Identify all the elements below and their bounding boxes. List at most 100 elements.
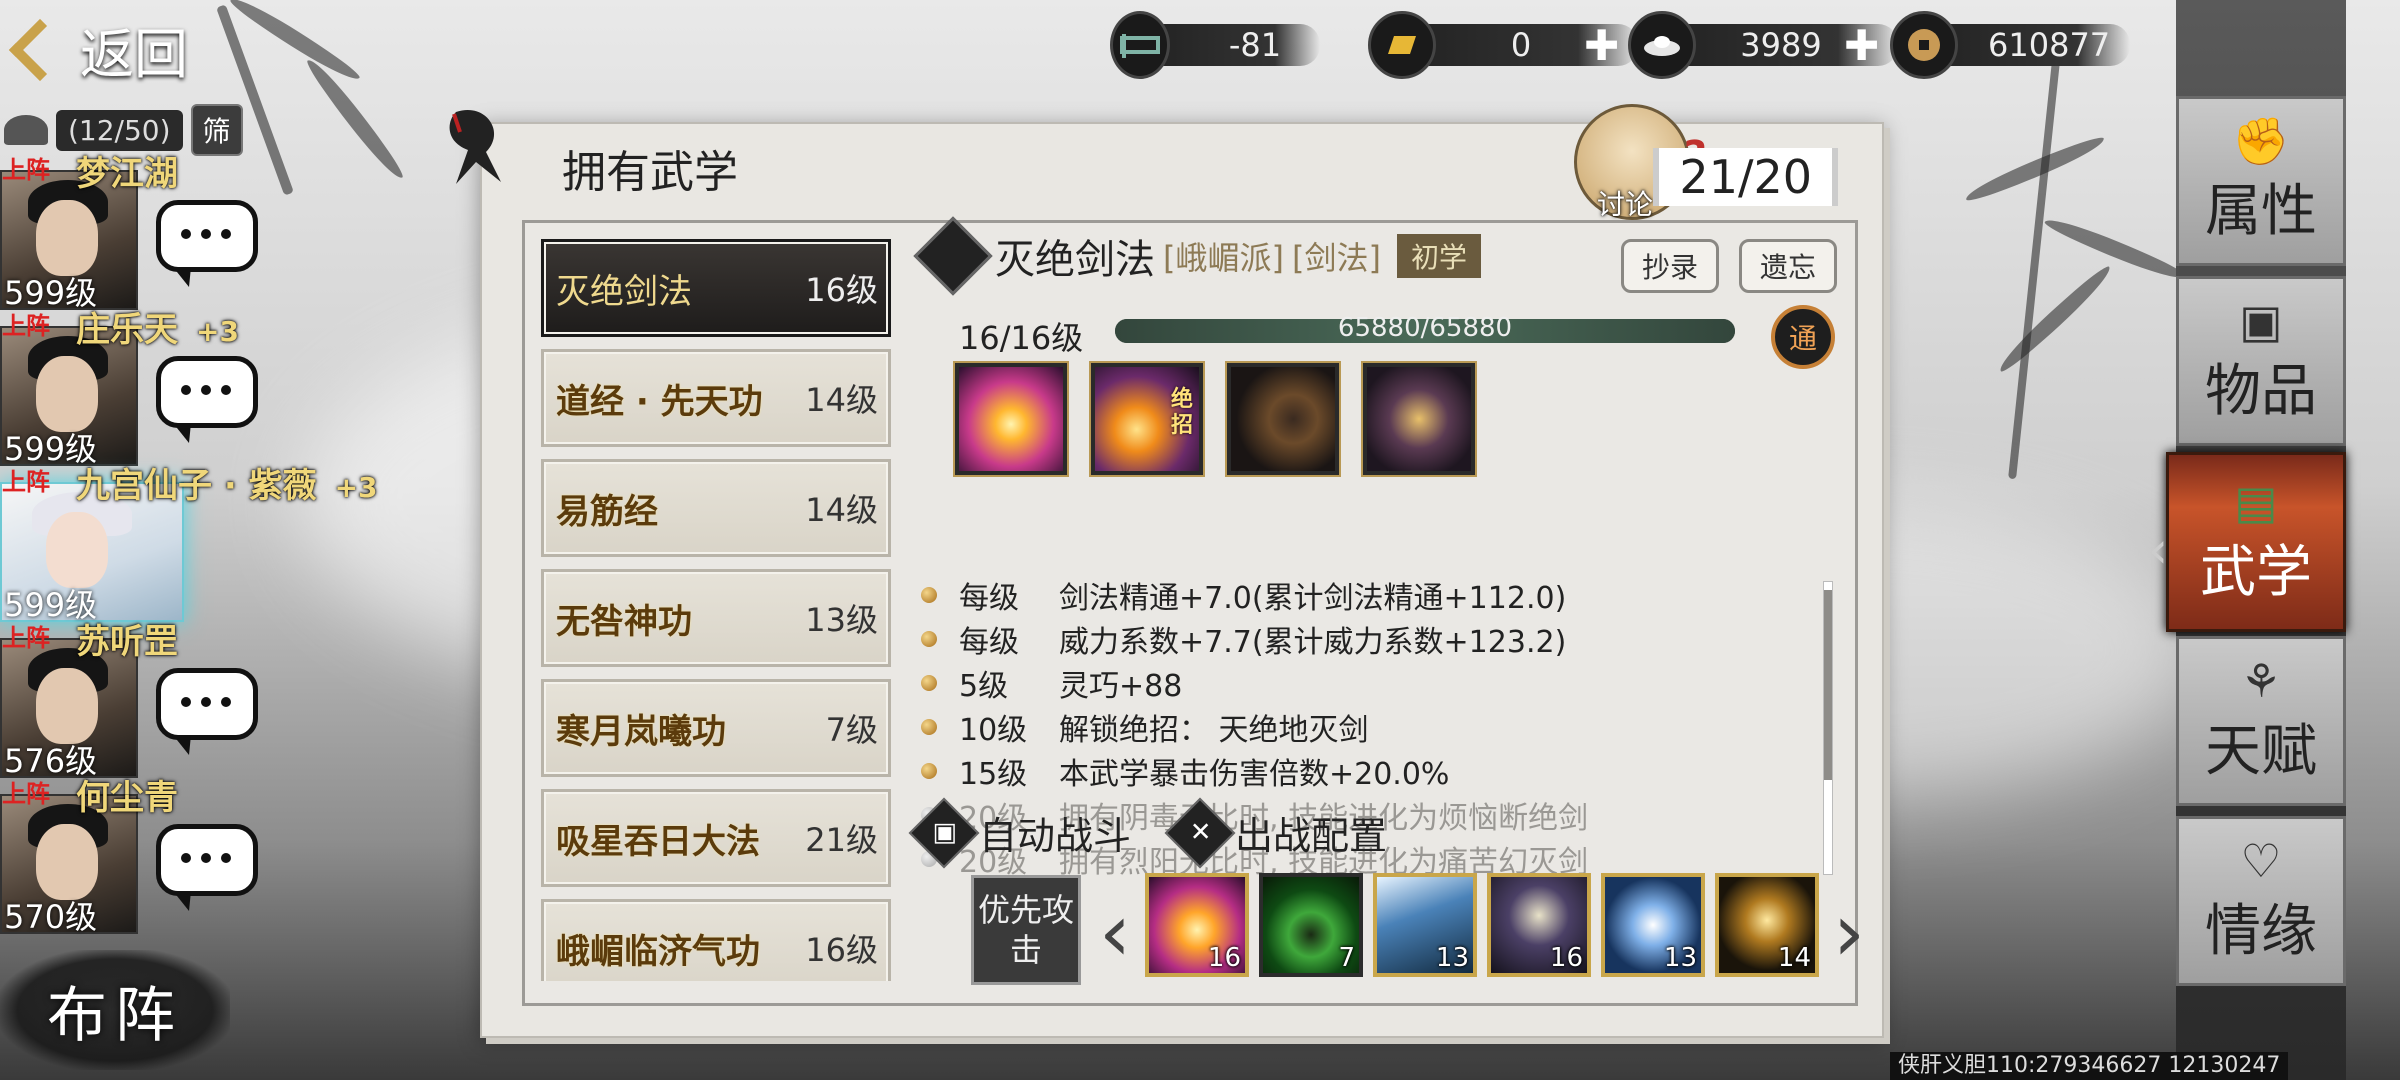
battle-config-button[interactable]: 出战配置	[1235, 805, 1387, 860]
chat-bubble-icon[interactable]	[156, 200, 258, 287]
menu-bonds[interactable]: ♡ 情缘	[2176, 816, 2346, 986]
skill-name: 易筋经	[556, 491, 658, 532]
loadout-slot[interactable]: 16	[1145, 873, 1249, 977]
skill-category: [剑法]	[1291, 239, 1381, 277]
scrollbar-thumb[interactable]	[1824, 590, 1832, 780]
bullet-icon	[921, 719, 937, 735]
priority-attack-button[interactable]: 优先攻击	[971, 875, 1081, 985]
skill-list-item[interactable]: 寒月岚曦功 7级	[541, 679, 891, 777]
backdrop-leaf	[1991, 263, 2119, 375]
slot-level: 14	[1777, 943, 1811, 973]
bullet-icon	[921, 587, 937, 603]
hero-level: 570级	[4, 898, 98, 936]
hero-name: 苏听罡	[76, 614, 178, 663]
battle-options: ▣ 自动战斗 ✕ 出战配置	[908, 797, 1387, 868]
formation-button[interactable]: 布阵	[0, 950, 230, 1070]
menu-martial-arts[interactable]: ▤ 武学	[2166, 452, 2346, 632]
deployed-tag: 上阵	[2, 624, 50, 652]
skill-name: 灭绝剑法	[556, 271, 692, 312]
menu-talents[interactable]: ⚘ 天赋	[2176, 636, 2346, 806]
effect-row: 10级 解锁绝招： 天绝地灭剑	[915, 705, 1815, 749]
loadout-slot[interactable]: 16	[1487, 873, 1591, 977]
martial-arts-panel: 拥有武学 ? 讨论 21/20 灭绝剑法16级 道经 · 先天功14级 易筋经1…	[449, 104, 1884, 1038]
back-button[interactable]: 返回	[8, 10, 188, 89]
heart-knot-icon: ♡	[2240, 833, 2282, 888]
hero-name: 庄乐天 +3	[76, 302, 239, 351]
effect-text: 剑法精通+7.0(累计剑法精通+112.0)	[1059, 581, 1567, 616]
slot-level: 16	[1549, 943, 1583, 973]
skill-list-item[interactable]: 易筋经 14级	[541, 459, 891, 557]
skill-list-item[interactable]: 道经 · 先天功 14级	[541, 349, 891, 447]
skill-title: 灭绝剑法	[995, 237, 1155, 283]
move-icon-shadow[interactable]	[1227, 363, 1339, 475]
skill-list-item[interactable]: 灭绝剑法 16级	[541, 239, 891, 337]
hero-name: 梦江湖	[76, 146, 178, 195]
chevron-right-icon[interactable]: ›	[1825, 893, 1873, 973]
effect-row: 每级 剑法精通+7.0(累计剑法精通+112.0)	[915, 573, 1815, 617]
exp-bar: 65880/65880	[1115, 313, 1735, 343]
deployed-tag: 上阵	[2, 780, 50, 808]
skill-list[interactable]: 灭绝剑法 16级 道经 · 先天功 14级 易筋经 14级 无咎神功 13级 寒月岚曦功…	[541, 239, 891, 981]
back-arrow-icon	[8, 18, 72, 81]
slot-level: 7	[1338, 943, 1355, 973]
effects-scrollbar[interactable]	[1823, 581, 1833, 875]
backdrop-leaf	[1961, 134, 2109, 204]
menu-attributes[interactable]: ✊ 属性	[2176, 96, 2346, 266]
deployed-tag: 上阵	[2, 468, 50, 496]
hero-card[interactable]: 上阵 庄乐天 +3 599级	[0, 306, 260, 468]
skill-name: 峨嵋临济气功	[556, 931, 760, 972]
loadout-slot[interactable]: 7	[1259, 873, 1363, 977]
back-label: 返回	[80, 23, 188, 86]
skill-list-item[interactable]: 峨嵋临济气功 16级	[541, 899, 891, 981]
branch-icon: ⚘	[2240, 653, 2282, 708]
roster-count: (12/50)	[56, 109, 183, 151]
menu-label: 情缘	[2205, 898, 2317, 964]
bed-icon	[1110, 11, 1170, 79]
chevron-left-icon[interactable]: ‹	[1091, 893, 1139, 973]
skill-rank-badge: 初学	[1396, 234, 1481, 278]
book-stack-icon: ▤	[2234, 474, 2278, 529]
chat-bubble-icon[interactable]	[156, 356, 258, 443]
skill-list-item[interactable]: 无咎神功 13级	[541, 569, 891, 667]
hero-card-selected[interactable]: 上阵 九宫仙子 · 紫薇 +3 599级	[0, 462, 378, 624]
player-id-footer: 侠肝义胆110:279346627 12130247	[1890, 1052, 2289, 1080]
auto-battle-button[interactable]: 自动战斗	[979, 805, 1131, 860]
fist-icon: ✊	[2232, 113, 2290, 168]
menu-items[interactable]: ▣ 物品	[2176, 276, 2346, 446]
chat-bubble-icon[interactable]	[156, 668, 258, 755]
backdrop-bamboo	[2008, 60, 2060, 480]
hero-name-text: 九宫仙子 · 紫薇	[76, 466, 317, 506]
filter-button[interactable]: 筛	[190, 104, 243, 156]
bullet-icon	[921, 675, 937, 691]
backdrop-leaf	[2043, 209, 2187, 289]
hero-name-text: 何尘青	[76, 778, 178, 818]
gold-ingot-icon	[1368, 11, 1436, 79]
menu-label: 物品	[2205, 358, 2317, 424]
slot-level: 13	[1663, 943, 1697, 973]
silver-ingot-icon	[1628, 11, 1696, 79]
move-icon-burst[interactable]	[955, 363, 1067, 475]
copy-button[interactable]: 抄录	[1621, 239, 1720, 293]
move-icon-crescent[interactable]: 绝招	[1091, 363, 1203, 475]
menu-label: 武学	[2200, 539, 2312, 605]
loadout-slot[interactable]: 13	[1373, 873, 1477, 977]
loadout-slot[interactable]: 13	[1601, 873, 1705, 977]
skill-count: 21/20	[1653, 148, 1838, 206]
gift-box-icon: ▣	[2239, 293, 2283, 348]
hero-name-text: 庄乐天	[76, 310, 178, 350]
bullet-icon	[921, 631, 937, 647]
hero-card[interactable]: 上阵 梦江湖 599级	[0, 150, 260, 312]
effect-row: 15级 本武学暴击伤害倍数+20.0%	[915, 749, 1815, 793]
hero-card[interactable]: 上阵 苏听罡 576级	[0, 618, 260, 780]
chat-bubble-icon[interactable]	[156, 824, 258, 911]
skill-list-item[interactable]: 吸星吞日大法 21级	[541, 789, 891, 887]
loadout-slot[interactable]: 14	[1715, 873, 1819, 977]
face	[36, 356, 98, 432]
loadout-slots: 16 7 13 16 13 14	[1145, 873, 1819, 977]
add-gold-button[interactable]: ✚	[1584, 21, 1619, 70]
hero-card[interactable]: 上阵 何尘青 570级	[0, 774, 260, 936]
forget-button[interactable]: 遗忘	[1739, 239, 1838, 293]
hero-name: 何尘青	[76, 770, 178, 819]
move-icon-scatter[interactable]	[1363, 363, 1475, 475]
add-silver-button[interactable]: ✚	[1844, 21, 1879, 70]
